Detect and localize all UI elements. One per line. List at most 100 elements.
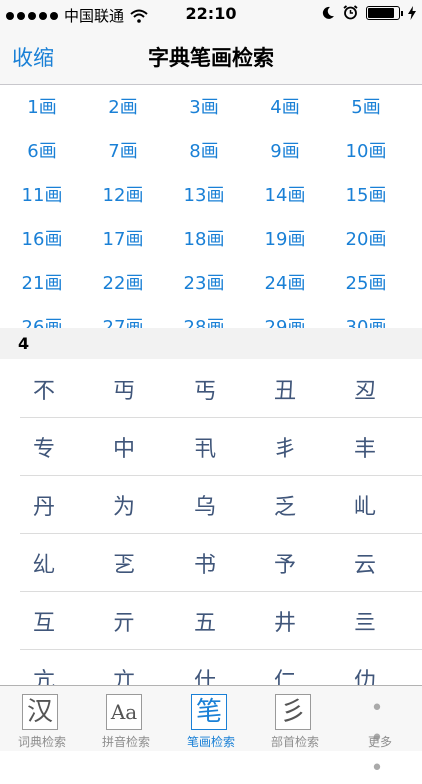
- character-button[interactable]: 中: [94, 431, 154, 463]
- stroke-count-button[interactable]: 6画: [0, 137, 84, 163]
- stroke-row: 26画 27画 28画 29画 30画: [0, 305, 422, 328]
- character-button[interactable]: 仂: [335, 663, 395, 685]
- stroke-count-button[interactable]: 28画: [162, 313, 246, 328]
- character-button[interactable]: 乣: [14, 547, 74, 579]
- tab-label: 更多: [367, 735, 392, 749]
- tab-radical[interactable]: 彡 部首检索: [253, 686, 337, 751]
- moon-icon: [322, 6, 334, 19]
- stroke-count-button[interactable]: 15画: [324, 181, 408, 207]
- character-row: 互 亓 五 井 亖: [20, 591, 422, 650]
- character-row: 乣 乤 书 予 云: [20, 533, 422, 592]
- character-button[interactable]: 什: [175, 663, 235, 685]
- stroke-count-button[interactable]: 19画: [243, 225, 327, 251]
- character-button[interactable]: 丮: [175, 431, 235, 463]
- character-button[interactable]: 为: [94, 489, 154, 521]
- stroke-count-button[interactable]: 25画: [324, 269, 408, 295]
- stroke-count-button[interactable]: 1画: [0, 93, 84, 119]
- character-button[interactable]: 不: [14, 373, 74, 405]
- character-button[interactable]: 五: [175, 605, 235, 637]
- stroke-count-button[interactable]: 24画: [243, 269, 327, 295]
- stroke-count-button[interactable]: 7画: [81, 137, 165, 163]
- character-row: 专 中 丮 丯 丰: [20, 417, 422, 476]
- character-button[interactable]: 专: [14, 431, 74, 463]
- section-header: 4: [0, 328, 422, 359]
- stroke-count-button[interactable]: 9画: [243, 137, 327, 163]
- battery-icon: [366, 5, 403, 20]
- stroke-count-button[interactable]: 22画: [81, 269, 165, 295]
- stroke-count-button[interactable]: 5画: [324, 93, 408, 119]
- stroke-row: 11画 12画 13画 14画 15画: [0, 173, 422, 217]
- character-button[interactable]: 书: [175, 547, 235, 579]
- stroke-count-button[interactable]: 23画: [162, 269, 246, 295]
- tab-label: 词典检索: [17, 735, 66, 749]
- tab-pinyin[interactable]: Aa 拼音检索: [84, 686, 168, 751]
- navigation-bar: 收缩 字典笔画检索: [0, 28, 422, 85]
- pinyin-icon: Aa: [106, 694, 142, 730]
- character-button[interactable]: 乤: [94, 547, 154, 579]
- tab-bar: 汉 词典检索 Aa 拼音检索 笔 笔画检索 彡 部首检索 • • • 更多: [0, 685, 422, 781]
- stroke-count-button[interactable]: 16画: [0, 225, 84, 251]
- character-button[interactable]: 乢: [335, 489, 395, 521]
- character-button[interactable]: 丑: [255, 373, 315, 405]
- stroke-count-button[interactable]: 26画: [0, 313, 84, 328]
- character-button[interactable]: 乏: [255, 489, 315, 521]
- stroke-count-button[interactable]: 12画: [81, 181, 165, 207]
- stroke-count-button[interactable]: 21画: [0, 269, 84, 295]
- stroke-count-button[interactable]: 3画: [162, 93, 246, 119]
- stroke-count-button[interactable]: 10画: [324, 137, 408, 163]
- character-list: 不 丏 丐 丑 丒 专 中 丮 丯 丰 丹 为 乌 乏 乢 乣 乤 书 予 云 …: [0, 359, 422, 685]
- status-bar: 中国联通 22:10: [0, 0, 422, 28]
- character-button[interactable]: 丯: [255, 431, 315, 463]
- stroke-count-button[interactable]: 27画: [81, 313, 165, 328]
- stroke-row: 21画 22画 23画 24画 25画: [0, 261, 422, 305]
- tab-more[interactable]: • • • 更多: [338, 686, 422, 781]
- stroke-count-button[interactable]: 20画: [324, 225, 408, 251]
- character-button[interactable]: 丒: [335, 373, 395, 405]
- stroke-count-button[interactable]: 8画: [162, 137, 246, 163]
- stroke-count-button[interactable]: 29画: [243, 313, 327, 328]
- tab-label: 笔画检索: [186, 735, 235, 749]
- character-row: 丹 为 乌 乏 乢: [20, 475, 422, 534]
- tab-stroke[interactable]: 笔 笔画检索: [169, 686, 253, 751]
- character-button[interactable]: 亣: [94, 663, 154, 685]
- tab-label: 部首检索: [270, 735, 319, 749]
- stroke-count-button[interactable]: 14画: [243, 181, 327, 207]
- page-title: 字典笔画检索: [148, 46, 274, 70]
- stroke-count-button[interactable]: 17画: [81, 225, 165, 251]
- stroke-count-grid: 1画 2画 3画 4画 5画 6画 7画 8画 9画 10画 11画 12画 1…: [0, 85, 422, 328]
- character-row: 亢 亣 什 仁 仂: [20, 649, 422, 685]
- stroke-row: 1画 2画 3画 4画 5画: [0, 85, 422, 129]
- stroke-row: 16画 17画 18画 19画 20画: [0, 217, 422, 261]
- character-button[interactable]: 互: [14, 605, 74, 637]
- character-button[interactable]: 亓: [94, 605, 154, 637]
- character-row: 不 丏 丐 丑 丒: [20, 359, 422, 418]
- stroke-count-button[interactable]: 2画: [81, 93, 165, 119]
- character-button[interactable]: 亖: [335, 605, 395, 637]
- status-right: [321, 5, 416, 20]
- stroke-count-button[interactable]: 18画: [162, 225, 246, 251]
- tab-dictionary[interactable]: 汉 词典检索: [0, 686, 84, 751]
- character-button[interactable]: 云: [335, 547, 395, 579]
- character-button[interactable]: 丰: [335, 431, 395, 463]
- character-button[interactable]: 仁: [255, 663, 315, 685]
- character-button[interactable]: 丐: [175, 373, 235, 405]
- section-header-label: 4: [18, 334, 30, 353]
- more-icon: • • •: [370, 696, 386, 781]
- dictionary-icon: 汉: [22, 694, 58, 730]
- stroke-count-button[interactable]: 4画: [243, 93, 327, 119]
- character-button[interactable]: 丹: [14, 489, 74, 521]
- stroke-count-button[interactable]: 30画: [324, 313, 408, 328]
- character-button[interactable]: 丏: [94, 373, 154, 405]
- character-button[interactable]: 予: [255, 547, 315, 579]
- character-button[interactable]: 乌: [175, 489, 235, 521]
- stroke-count-button[interactable]: 13画: [162, 181, 246, 207]
- tab-label: 拼音检索: [101, 735, 150, 749]
- alarm-icon: [343, 5, 358, 20]
- radical-icon: 彡: [275, 694, 311, 730]
- charging-icon: [408, 5, 416, 20]
- stroke-icon: 笔: [191, 694, 227, 730]
- stroke-count-button[interactable]: 11画: [0, 181, 84, 207]
- character-button[interactable]: 井: [255, 605, 315, 637]
- character-button[interactable]: 亢: [14, 663, 74, 685]
- stroke-row: 6画 7画 8画 9画 10画: [0, 129, 422, 173]
